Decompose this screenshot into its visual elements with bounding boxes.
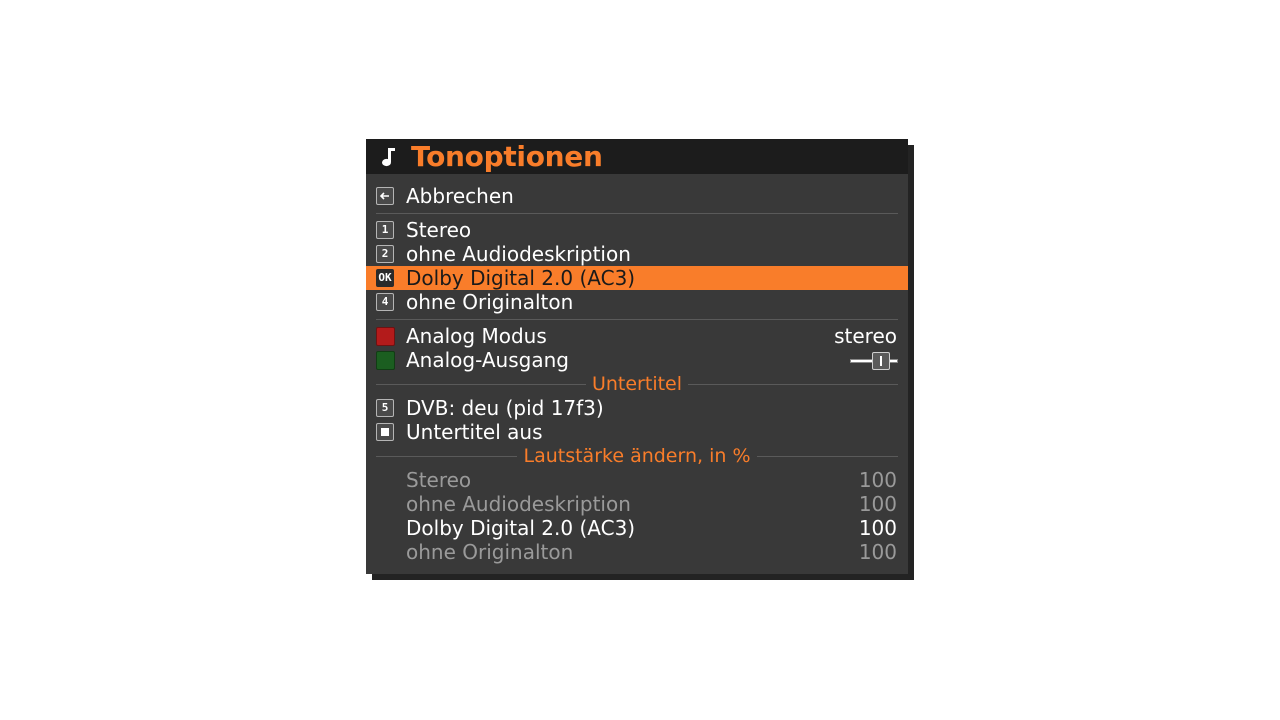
subtitle-label: Untertitel aus (406, 420, 543, 444)
stop-icon (376, 423, 394, 441)
section-header-volume: Lautstärke ändern, in % (376, 444, 898, 468)
section-header-subtitles: Untertitel (376, 372, 898, 396)
slider-knob[interactable] (872, 352, 890, 370)
subtitle-off-item[interactable]: Untertitel aus (366, 420, 908, 444)
analog-mode-item[interactable]: Analog Modus stereo (366, 324, 908, 348)
volume-item[interactable]: Stereo 100 (366, 468, 908, 492)
key-badge: 4 (376, 293, 394, 311)
volume-value: 100 (858, 468, 897, 492)
red-button-icon (376, 327, 395, 346)
audio-track-label: Dolby Digital 2.0 (AC3) (406, 266, 636, 290)
section-title: Untertitel (585, 373, 689, 395)
volume-label: ohne Audiodeskription (406, 492, 631, 516)
audio-track-item[interactable]: 2 ohne Audiodeskription (366, 242, 908, 266)
volume-value: 100 (858, 492, 897, 516)
key-badge: 5 (376, 399, 394, 417)
volume-value: 100 (858, 540, 897, 564)
analog-output-slider[interactable] (850, 352, 898, 370)
cancel-item[interactable]: Abbrechen (366, 184, 908, 208)
analog-mode-label: Analog Modus (406, 324, 547, 348)
section-title: Lautstärke ändern, in % (517, 445, 757, 467)
audio-track-item[interactable]: 1 Stereo (366, 218, 908, 242)
menu-title: Tonoptionen (411, 140, 603, 173)
audio-track-item-selected[interactable]: OK Dolby Digital 2.0 (AC3) (366, 266, 908, 290)
key-badge: OK (376, 269, 394, 287)
audio-track-item[interactable]: 4 ohne Originalton (366, 290, 908, 314)
subtitle-label: DVB: deu (pid 17f3) (406, 396, 604, 420)
key-badge: 1 (376, 221, 394, 239)
cancel-label: Abbrechen (406, 184, 514, 208)
volume-item[interactable]: ohne Audiodeskription 100 (366, 492, 908, 516)
audio-options-menu: Tonoptionen Abbrechen 1 Stereo 2 ohne Au… (366, 139, 908, 574)
analog-output-item[interactable]: Analog-Ausgang (366, 348, 908, 372)
analog-output-label: Analog-Ausgang (406, 348, 569, 372)
audio-track-label: ohne Audiodeskription (406, 242, 631, 266)
volume-label: Dolby Digital 2.0 (AC3) (406, 516, 636, 540)
volume-item[interactable]: ohne Originalton 100 (366, 540, 908, 564)
arrow-left-icon (376, 187, 394, 205)
volume-label: Stereo (406, 468, 472, 492)
subtitle-item[interactable]: 5 DVB: deu (pid 17f3) (366, 396, 908, 420)
volume-label: ohne Originalton (406, 540, 574, 564)
volume-value: 100 (858, 516, 897, 540)
green-button-icon (376, 351, 395, 370)
audio-track-label: Stereo (406, 218, 472, 242)
audio-track-label: ohne Originalton (406, 290, 574, 314)
menu-titlebar: Tonoptionen (366, 139, 908, 174)
divider (376, 319, 898, 320)
analog-mode-value: stereo (834, 324, 897, 348)
key-badge: 2 (376, 245, 394, 263)
divider (376, 213, 898, 214)
volume-item-active[interactable]: Dolby Digital 2.0 (AC3) 100 (366, 516, 908, 540)
music-note-icon (382, 148, 395, 167)
